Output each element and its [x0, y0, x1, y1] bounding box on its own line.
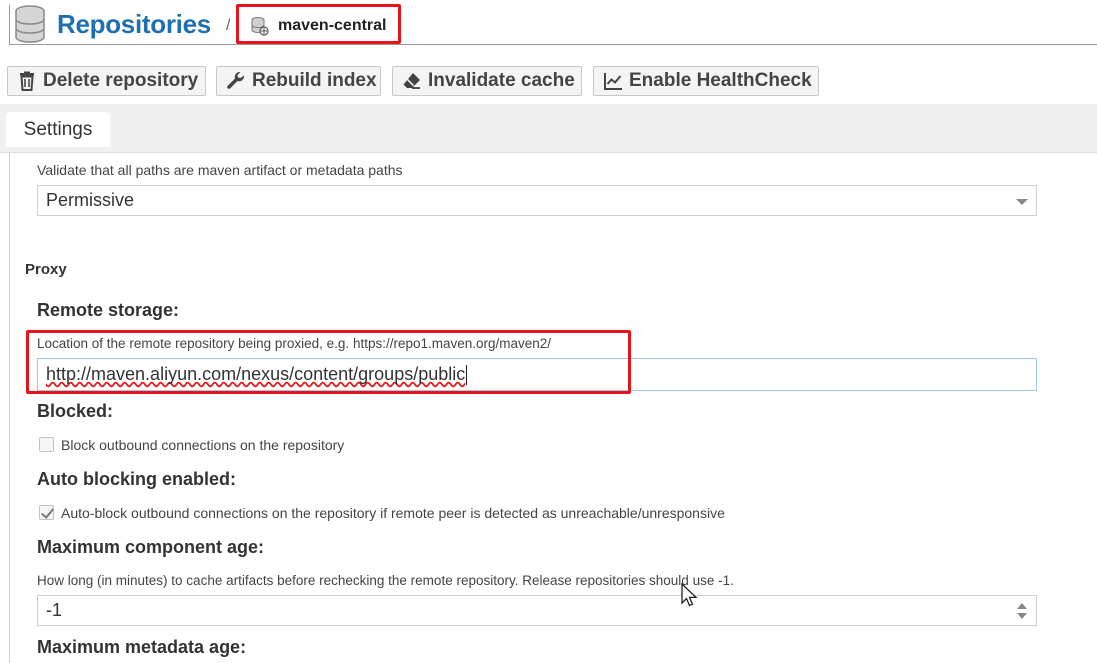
database-icon [15, 5, 45, 43]
page-title[interactable]: Repositories [57, 9, 211, 40]
page-header: Repositories / maven-central [0, 0, 1097, 47]
trash-icon [20, 71, 34, 91]
chevron-down-icon[interactable] [1016, 199, 1028, 205]
auto-blocking-checkbox[interactable] [39, 505, 54, 520]
max-component-age-label: Maximum component age: [37, 537, 265, 557]
action-toolbar: Delete repository Rebuild index Invalida… [0, 47, 1097, 104]
blocked-checkbox[interactable] [39, 437, 54, 452]
validation-help-text: Validate that all paths are maven artifa… [37, 162, 403, 178]
auto-blocking-label: Auto blocking enabled: [37, 469, 237, 489]
mouse-cursor-icon [681, 583, 698, 607]
header-divider [9, 5, 10, 45]
rebuild-index-label: Rebuild index [252, 70, 377, 91]
invalidate-cache-button[interactable]: Invalidate cache [392, 66, 582, 96]
max-component-age-help-text: How long (in minutes) to cache artifacts… [37, 573, 734, 588]
max-metadata-age-label: Maximum metadata age: [37, 637, 247, 657]
blocked-checkbox-label[interactable]: Block outbound connections on the reposi… [61, 437, 344, 453]
invalidate-cache-label: Invalidate cache [428, 70, 575, 91]
eraser-icon [403, 73, 420, 89]
wrench-icon [227, 71, 245, 89]
breadcrumb-current: maven-central [278, 17, 387, 34]
content-left-border [9, 153, 10, 663]
layout-policy-select[interactable]: Permissive [37, 185, 1037, 216]
auto-blocking-checkbox-label[interactable]: Auto-block outbound connections on the r… [61, 505, 725, 521]
tab-settings[interactable]: Settings [6, 112, 110, 147]
max-component-age-input[interactable]: -1 [37, 595, 1037, 626]
blocked-label: Blocked: [37, 401, 114, 421]
proxy-section-title: Proxy [25, 261, 67, 278]
max-component-age-value: -1 [46, 600, 63, 620]
proxy-repository-icon [251, 17, 269, 36]
remote-storage-label: Remote storage: [37, 300, 180, 320]
delete-repository-label: Delete repository [43, 70, 199, 91]
spinner-arrows-icon[interactable] [1016, 601, 1028, 621]
breadcrumb-separator: / [226, 17, 231, 34]
enable-healthcheck-button[interactable]: Enable HealthCheck [593, 66, 819, 96]
rebuild-index-button[interactable]: Rebuild index [216, 66, 381, 96]
tab-bar: Settings [0, 104, 1097, 153]
header-underline [9, 44, 1097, 45]
remote-storage-highlight [26, 330, 631, 394]
layout-policy-value: Permissive [46, 190, 135, 210]
delete-repository-button[interactable]: Delete repository [7, 66, 206, 96]
enable-healthcheck-label: Enable HealthCheck [629, 70, 812, 91]
line-chart-icon [604, 73, 622, 90]
